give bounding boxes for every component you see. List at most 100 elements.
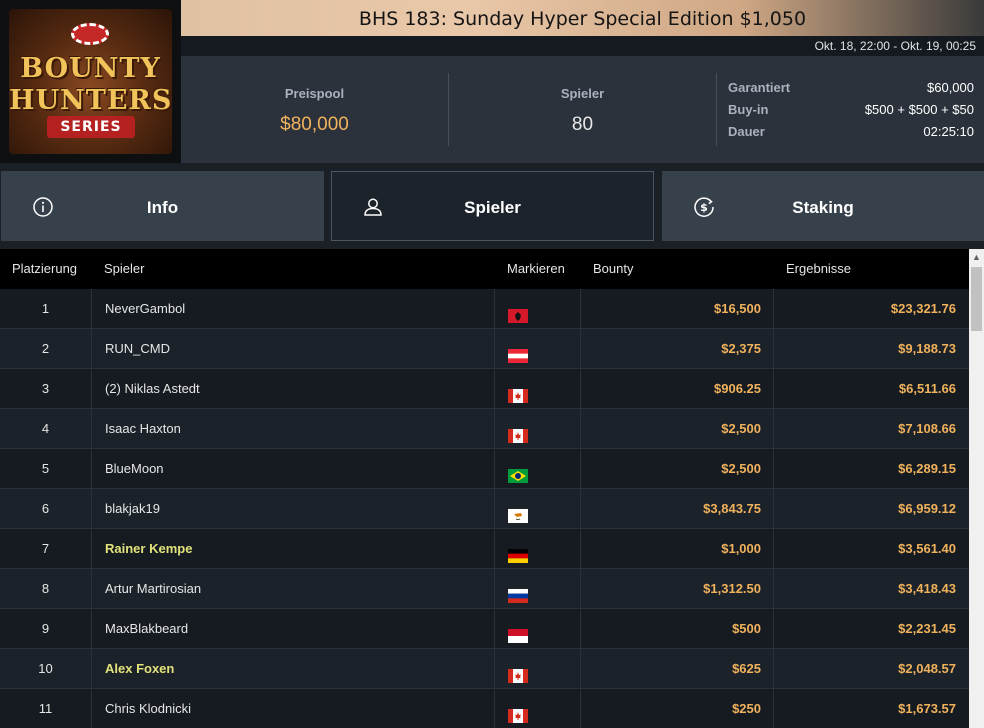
col-result-header[interactable]: Ergebnisse	[786, 249, 851, 289]
rank-cell: 8	[41, 581, 50, 596]
flag-cell	[494, 649, 580, 689]
rank-cell: 6	[41, 501, 50, 516]
flag-cell	[494, 449, 580, 489]
col-bounty-header[interactable]: Bounty	[593, 249, 633, 289]
flag-cell	[494, 409, 580, 449]
col-flag-header[interactable]: Markieren	[507, 249, 565, 289]
date-bar: Okt. 18, 22:00 - Okt. 19, 00:25	[181, 36, 984, 56]
table-row[interactable]: 2 RUN_CMD $2,375 $9,188.73	[0, 329, 969, 369]
flag-cell	[494, 489, 580, 529]
players-stat: Spieler 80	[449, 56, 716, 163]
table-row[interactable]: 9 MaxBlakbeard $500 $2,231.45	[0, 609, 969, 649]
result-cell: $23,321.76	[773, 289, 969, 329]
tab-info-label: Info	[146, 198, 179, 217]
bounty-cell: $906.25	[580, 369, 773, 409]
scroll-thumb[interactable]	[971, 267, 982, 331]
table-row[interactable]: 6 blakjak19 $3,843.75 $6,959.12	[0, 489, 969, 529]
albania-flag	[508, 299, 528, 323]
rank-cell: 9	[41, 621, 50, 636]
players-value: 80	[571, 114, 594, 135]
result-cell: $6,959.12	[773, 489, 969, 529]
bounty-cell: $2,500	[580, 409, 773, 449]
table-row[interactable]: 3 (2) Niklas Astedt $906.25 $6,511.66	[0, 369, 969, 409]
player-name[interactable]: (2) Niklas Astedt	[91, 369, 494, 409]
logo-word-2: HUNTERS	[9, 85, 172, 116]
player-name[interactable]: Rainer Kempe	[91, 529, 494, 569]
title-bar: BHS 183: Sunday Hyper Special Edition $1…	[181, 0, 984, 36]
result-cell: $3,561.40	[773, 529, 969, 569]
player-name[interactable]: NeverGambol	[91, 289, 494, 329]
bounty-cell: $1,000	[580, 529, 773, 569]
player-name[interactable]: BlueMoon	[91, 449, 494, 489]
table-row[interactable]: 8 Artur Martirosian $1,312.50 $3,418.43	[0, 569, 969, 609]
player-name[interactable]: RUN_CMD	[91, 329, 494, 369]
table-row[interactable]: 5 BlueMoon $2,500 $6,289.15	[0, 449, 969, 489]
poker-chip-icon	[71, 23, 109, 45]
bounty-cell: $2,375	[580, 329, 773, 369]
detail-key: Garantiert	[728, 80, 791, 95]
bounty-cell: $250	[580, 689, 773, 728]
table-header: Platzierung Spieler Markieren Bounty Erg…	[0, 249, 969, 289]
table-row[interactable]: 10 Alex Foxen $625 $2,048.57	[0, 649, 969, 689]
canada-flag	[508, 659, 528, 683]
result-cell: $2,231.45	[773, 609, 969, 649]
detail-key: Dauer	[728, 124, 765, 139]
tournament-dates: Okt. 18, 22:00 - Okt. 19, 00:25	[814, 39, 976, 53]
flag-cell	[494, 609, 580, 649]
player-name[interactable]: MaxBlakbeard	[91, 609, 494, 649]
flag-cell	[494, 289, 580, 329]
rank-cell: 11	[38, 701, 53, 716]
col-rank-header[interactable]: Platzierung	[12, 249, 77, 289]
rank-cell: 3	[41, 381, 50, 396]
bounty-cell: $16,500	[580, 289, 773, 329]
result-cell: $3,418.43	[773, 569, 969, 609]
flag-cell	[494, 689, 580, 728]
player-name[interactable]: Chris Klodnicki	[91, 689, 494, 728]
players-label: Spieler	[560, 86, 605, 101]
rank-cell: 4	[41, 421, 50, 436]
tab-info[interactable]: Info	[1, 171, 324, 241]
rank-cell: 10	[38, 661, 53, 676]
tab-staking-label: Staking	[792, 198, 854, 217]
flag-cell	[494, 329, 580, 369]
prizepool-stat: Preispool $80,000	[181, 56, 448, 163]
bounty-cell: $2,500	[580, 449, 773, 489]
detail-value: $500 + $500 + $50	[864, 102, 974, 117]
bounty-cell: $3,843.75	[580, 489, 773, 529]
flag-cell	[494, 529, 580, 569]
detail-value: 02:25:10	[923, 124, 974, 139]
tab-players[interactable]: Spieler	[331, 171, 654, 241]
series-logo: BOUNTY HUNTERS SERIES	[0, 0, 181, 163]
canada-flag	[508, 379, 528, 403]
detail-duration: Dauer 02:25:10	[728, 124, 974, 146]
prizepool-value: $80,000	[280, 114, 349, 135]
result-cell: $6,511.66	[773, 369, 969, 409]
scroll-up-arrow-icon[interactable]: ▲	[969, 249, 984, 266]
tab-staking[interactable]: $ Staking	[662, 171, 984, 241]
table-row[interactable]: 11 Chris Klodnicki $250 $1,673.57	[0, 689, 969, 728]
detail-buyin: Buy-in $500 + $500 + $50	[728, 102, 974, 124]
bounty-cell: $500	[580, 609, 773, 649]
rank-cell: 1	[41, 301, 50, 316]
col-player-header[interactable]: Spieler	[104, 249, 144, 289]
players-table: Platzierung Spieler Markieren Bounty Erg…	[0, 249, 969, 728]
tournament-details: Garantiert $60,000 Buy-in $500 + $500 + …	[728, 80, 974, 146]
logo-word-3: SERIES	[47, 116, 135, 138]
russia-flag	[508, 579, 528, 603]
table-row[interactable]: 1 NeverGambol $16,500 $23,321.76	[0, 289, 969, 329]
player-name[interactable]: Alex Foxen	[91, 649, 494, 689]
player-name[interactable]: Isaac Haxton	[91, 409, 494, 449]
player-name[interactable]: blakjak19	[91, 489, 494, 529]
table-row[interactable]: 7 Rainer Kempe $1,000 $3,561.40	[0, 529, 969, 569]
result-cell: $9,188.73	[773, 329, 969, 369]
flag-cell	[494, 569, 580, 609]
canada-flag	[508, 699, 528, 723]
bounty-hunters-logo: BOUNTY HUNTERS SERIES	[9, 9, 172, 154]
vertical-scrollbar[interactable]: ▲	[969, 249, 984, 728]
table-body: 1 NeverGambol $16,500 $23,321.76 2 RUN_CMD $2,…	[0, 289, 969, 728]
player-name[interactable]: Artur Martirosian	[91, 569, 494, 609]
bounty-cell: $625	[580, 649, 773, 689]
bounty-cell: $1,312.50	[580, 569, 773, 609]
result-cell: $1,673.57	[773, 689, 969, 728]
table-row[interactable]: 4 Isaac Haxton $2,500 $7,108.66	[0, 409, 969, 449]
